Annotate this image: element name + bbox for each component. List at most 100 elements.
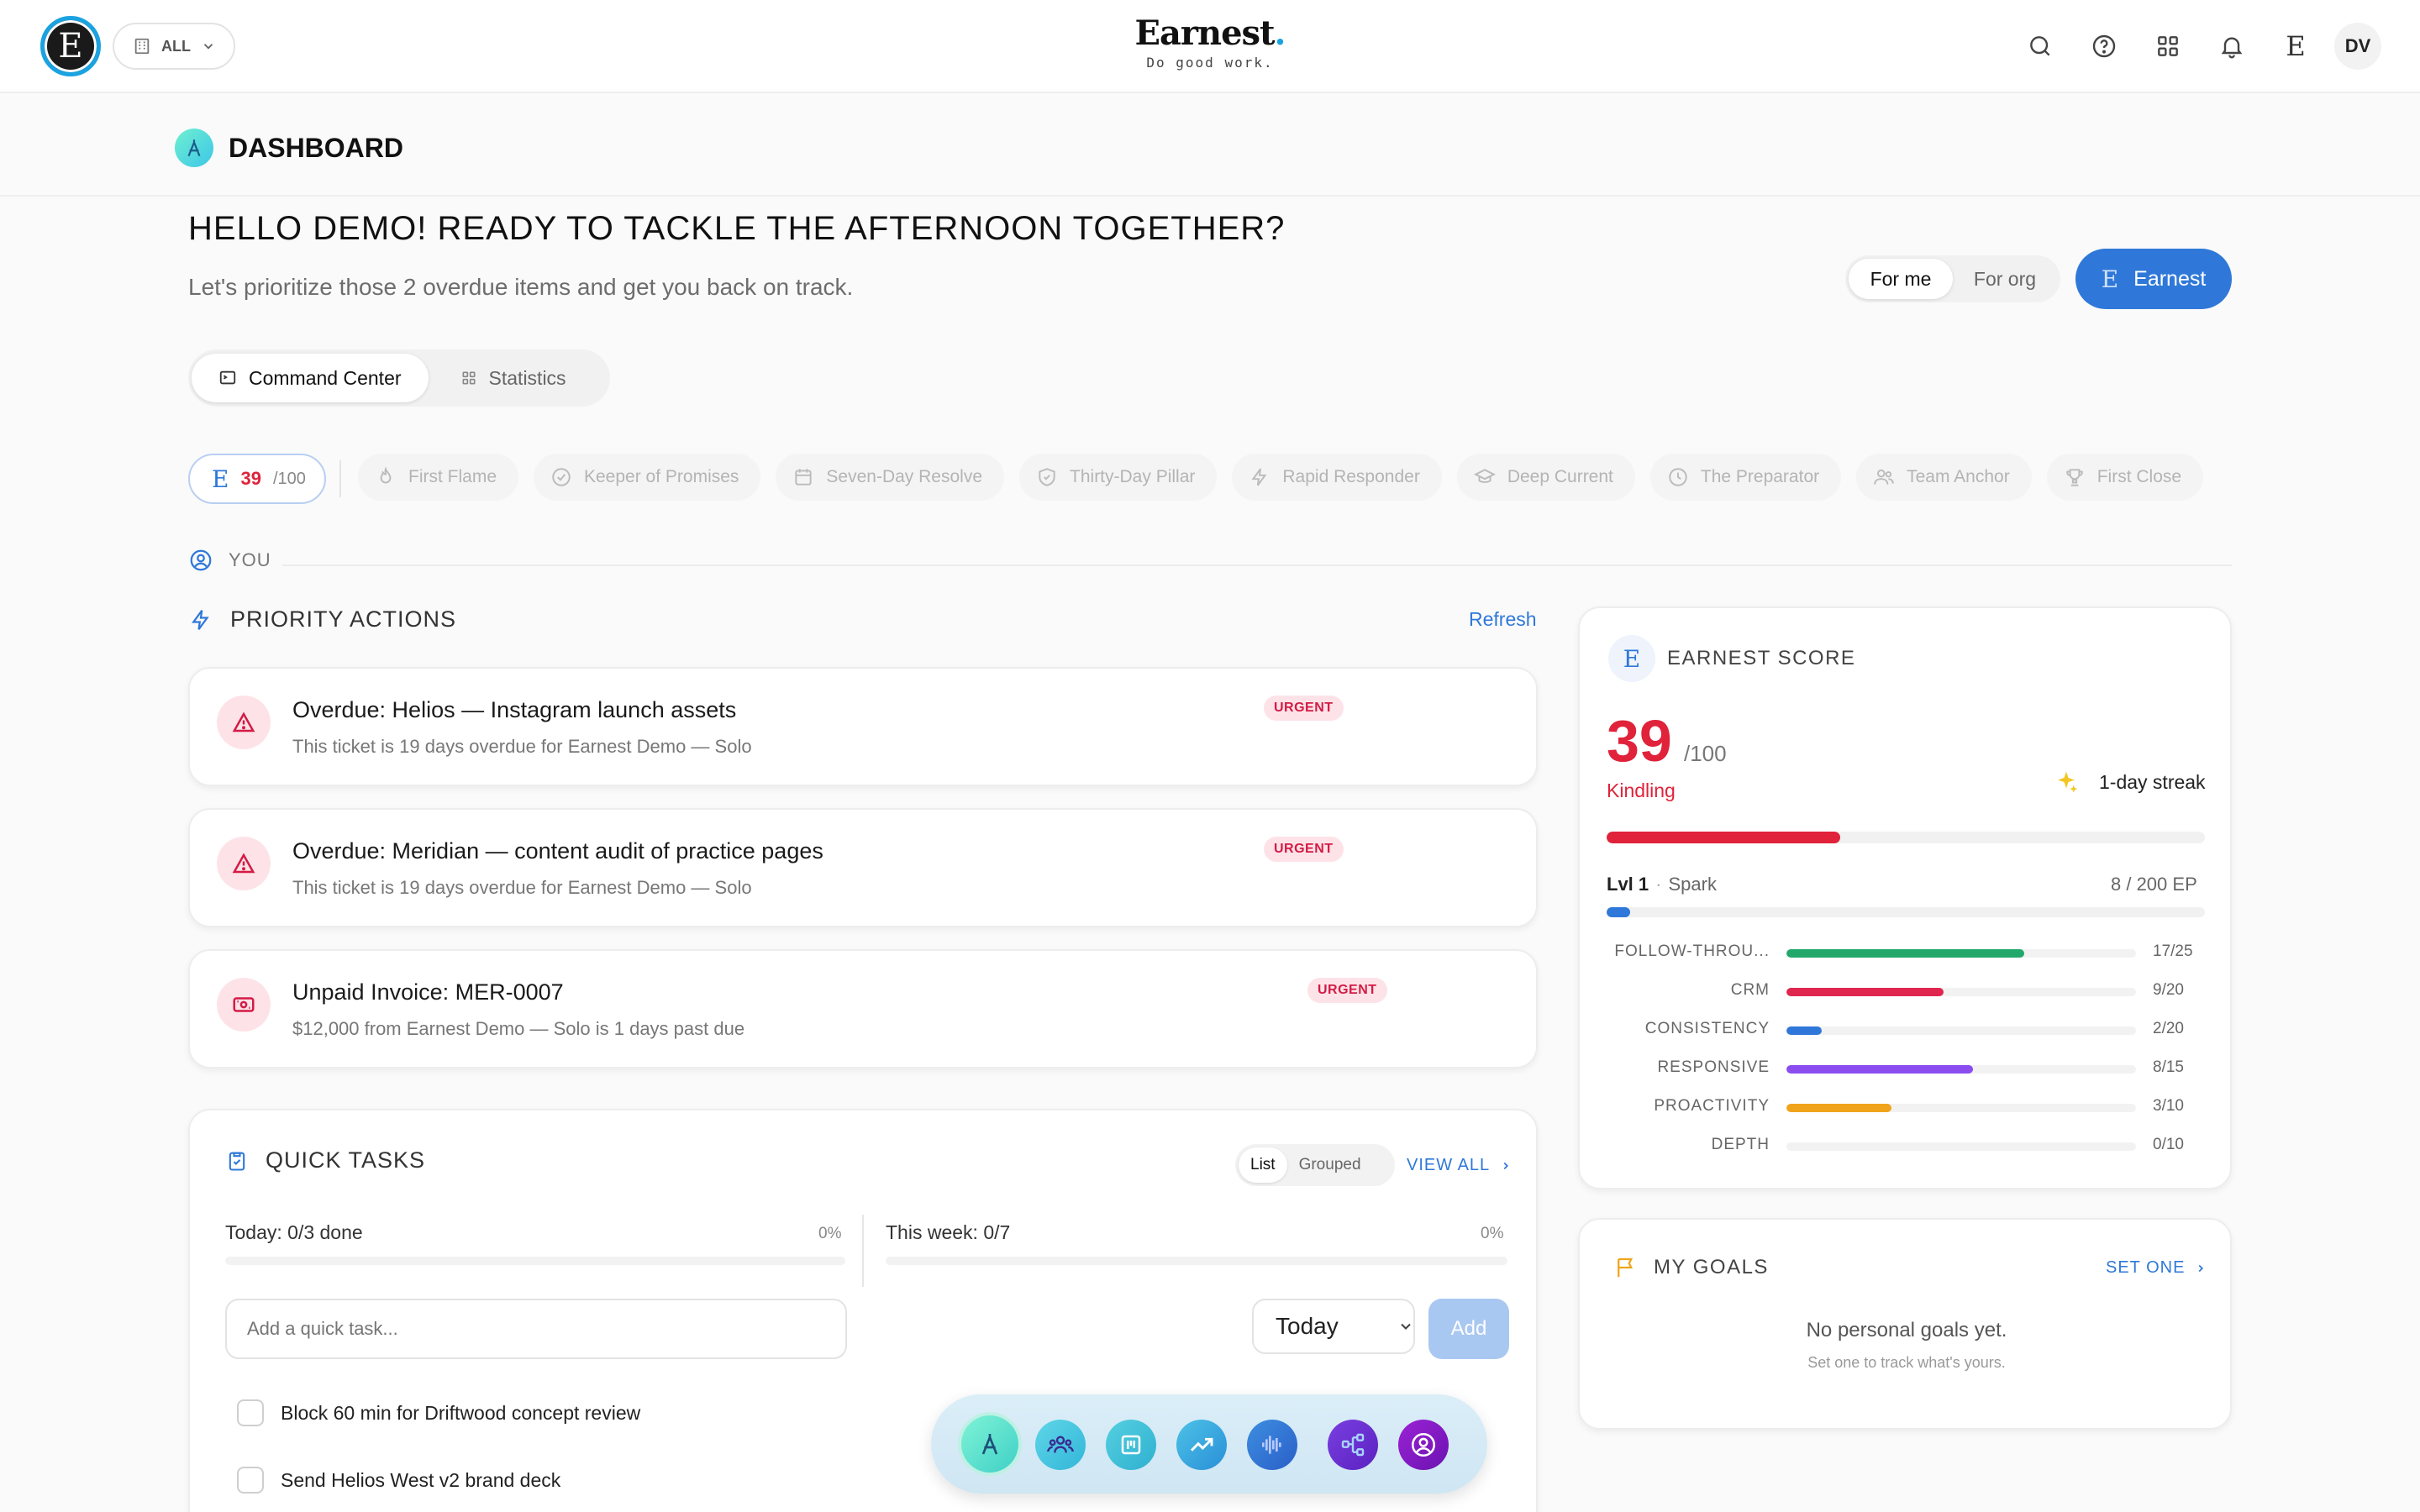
task-due-select[interactable]: Today [1252, 1299, 1415, 1354]
shield-check-icon [1036, 466, 1058, 488]
quick-tasks-title: QUICK TASKS [266, 1147, 426, 1173]
flag-icon [1613, 1255, 1639, 1280]
badge-label: Keeper of Promises [584, 467, 739, 486]
urgent-badge: URGENT [1264, 696, 1344, 721]
task-label: Block 60 min for Driftwood concept revie… [281, 1401, 641, 1424]
profile-icon[interactable] [1398, 1420, 1449, 1470]
audio-wave-icon[interactable] [1247, 1420, 1297, 1470]
brand-name: Earnest [1134, 13, 1276, 53]
action-title: Overdue: Meridian — content audit of pra… [292, 838, 823, 864]
earnest-score-title: EARNEST SCORE [1667, 647, 1856, 669]
score-pill-max: /100 [272, 469, 306, 488]
score-pill-value: 39 [240, 468, 261, 489]
invoice-money-icon [217, 978, 271, 1032]
today-progress-bar [225, 1257, 845, 1265]
set-goal-link[interactable]: SET ONE [2106, 1258, 2207, 1278]
badge-first-flame[interactable]: First Flame [358, 454, 518, 501]
workspace-scope-selector[interactable]: ALL [113, 23, 235, 70]
logo-letter: E [58, 27, 83, 66]
quick-launch-dock [931, 1394, 1487, 1494]
for-org-toggle[interactable]: For org [1953, 259, 2057, 299]
app-logo[interactable]: E [40, 16, 101, 76]
users-icon [1873, 466, 1895, 488]
task-checkbox[interactable] [237, 1399, 264, 1426]
score-progress-fill [1607, 832, 1840, 843]
quick-task-input[interactable] [225, 1299, 847, 1359]
tab-statistics[interactable]: Statistics [434, 354, 593, 402]
badge-the-preparator[interactable]: The Preparator [1649, 454, 1842, 501]
clock-icon [1667, 466, 1689, 488]
task-checkbox[interactable] [237, 1467, 264, 1494]
grid-icon [460, 370, 477, 386]
search-icon[interactable] [2023, 29, 2057, 63]
badge-label: Rapid Responder [1282, 467, 1420, 486]
earnest-e-icon: E [212, 465, 229, 493]
earnest-assistant-button[interactable]: E Earnest [2075, 249, 2232, 309]
earnest-e-icon[interactable]: E [2279, 29, 2312, 63]
view-all-link[interactable]: VIEW ALL [1407, 1156, 1512, 1175]
team-icon[interactable] [1035, 1420, 1086, 1470]
badge-seven-day-resolve[interactable]: Seven-Day Resolve [776, 454, 1005, 501]
compass-icon [175, 129, 213, 167]
set-goal-label: SET ONE [2106, 1258, 2186, 1277]
badge-rapid-responder[interactable]: Rapid Responder [1232, 454, 1442, 501]
metric-bar [1786, 1104, 2136, 1112]
metric-value: 17/25 [2153, 942, 2193, 960]
badge-label: First Flame [408, 467, 497, 486]
goals-hint: Set one to track what's yours. [1807, 1354, 2006, 1371]
badge-keeper-of-promises[interactable]: Keeper of Promises [534, 454, 761, 501]
score-pill[interactable]: E 39 /100 [188, 454, 326, 504]
metric-row: DEPTH 0/10 [1607, 1134, 2212, 1159]
experience-progress-bar [1607, 907, 2205, 917]
metric-bar-fill [1786, 949, 2024, 958]
trend-chart-icon[interactable] [1176, 1420, 1227, 1470]
metric-name: CONSISTENCY [1644, 1020, 1770, 1037]
action-subtitle: This ticket is 19 days overdue for Earne… [292, 736, 752, 757]
metric-value: 0/10 [2153, 1136, 2184, 1153]
badge-team-anchor[interactable]: Team Anchor [1856, 454, 2032, 501]
tab-command-center[interactable]: Command Center [192, 354, 429, 402]
today-progress-label: Today: 0/3 done [225, 1221, 363, 1243]
earnest-score-card: E EARNEST SCORE 39 /100 Kindling 1-day s… [1578, 606, 2232, 1189]
quick-tasks-view-toggle: List Grouped [1235, 1144, 1395, 1186]
for-me-toggle[interactable]: For me [1849, 259, 1953, 299]
badge-label: Seven-Day Resolve [826, 467, 983, 486]
task-item: Send Helios West v2 brand deck [237, 1467, 560, 1494]
task-due-value: Today [1276, 1313, 1339, 1339]
check-circle-icon [550, 466, 572, 488]
refresh-link[interactable]: Refresh [1469, 608, 1537, 631]
user-avatar[interactable]: DV [2334, 23, 2381, 70]
help-icon[interactable] [2087, 29, 2121, 63]
badge-label: Team Anchor [1907, 467, 2010, 486]
workflow-icon[interactable] [1328, 1420, 1378, 1470]
avatar-initials: DV [2344, 35, 2371, 56]
earnest-score-value: 39 [1607, 708, 1672, 774]
metric-value: 3/10 [2153, 1097, 2184, 1115]
experience-progress-fill [1607, 907, 1631, 917]
badge-label: The Preparator [1700, 467, 1820, 486]
compass-icon[interactable] [961, 1415, 1018, 1473]
metric-bar [1786, 1142, 2136, 1151]
metric-bar [1786, 1026, 2136, 1035]
tab-label: Command Center [249, 366, 402, 389]
grouped-view-toggle[interactable]: Grouped [1287, 1147, 1373, 1183]
action-subtitle: $12,000 from Earnest Demo — Solo is 1 da… [292, 1018, 745, 1039]
earnest-e-icon: E [2101, 265, 2119, 293]
badge-deep-current[interactable]: Deep Current [1456, 454, 1635, 501]
badge-thirty-day-pillar[interactable]: Thirty-Day Pillar [1019, 454, 1218, 501]
action-subtitle: This ticket is 19 days overdue for Earne… [292, 877, 752, 898]
quick-tasks-header: QUICK TASKS [225, 1147, 425, 1173]
board-icon[interactable] [1106, 1420, 1156, 1470]
priority-action-card[interactable]: Overdue: Helios — Instagram launch asset… [188, 667, 1538, 786]
list-view-toggle[interactable]: List [1239, 1147, 1287, 1183]
flame-icon [375, 466, 397, 488]
chevron-down-icon [201, 39, 216, 54]
bell-icon[interactable] [2215, 29, 2249, 63]
priority-action-card[interactable]: Unpaid Invoice: MER-0007 $12,000 from Ea… [188, 949, 1538, 1068]
priority-actions-header: PRIORITY ACTIONS [188, 606, 456, 633]
priority-actions-title: PRIORITY ACTIONS [230, 606, 457, 632]
apps-grid-icon[interactable] [2151, 29, 2185, 63]
add-task-button[interactable]: Add [1428, 1299, 1509, 1359]
badge-first-close[interactable]: First Close [2046, 454, 2204, 501]
priority-action-card[interactable]: Overdue: Meridian — content audit of pra… [188, 808, 1538, 927]
